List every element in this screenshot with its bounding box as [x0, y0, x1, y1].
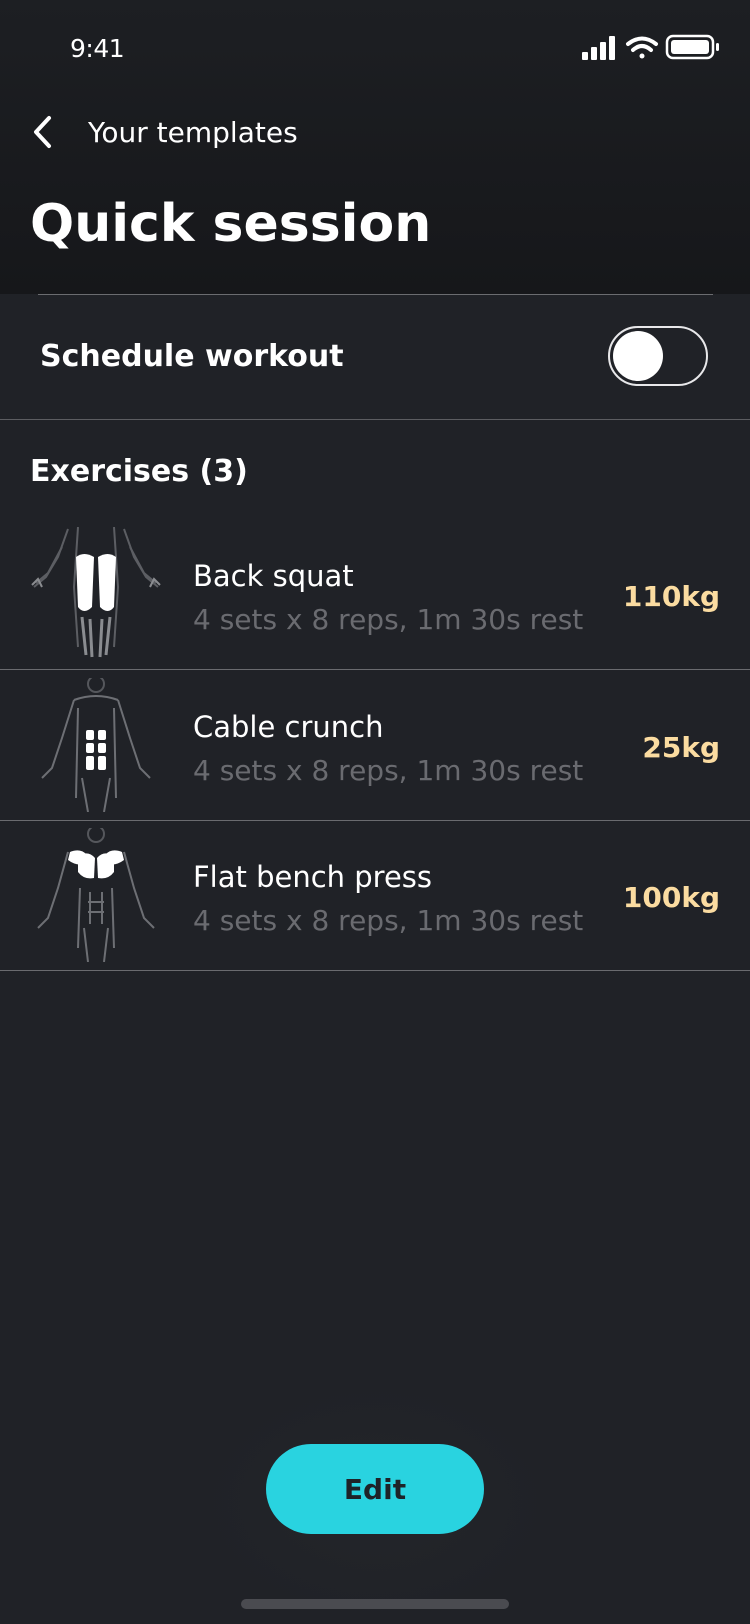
abs-muscle-icon: [41, 678, 151, 812]
home-indicator[interactable]: [241, 1599, 509, 1609]
exercise-row[interactable]: Cable crunch 4 sets x 8 reps, 1m 30s res…: [0, 670, 750, 821]
header: 9:41 Your templates Quick session: [0, 0, 750, 294]
exercise-row[interactable]: Back squat 4 sets x 8 reps, 1m 30s rest …: [0, 519, 750, 670]
edit-button[interactable]: Edit: [266, 1444, 484, 1534]
exercise-detail: 4 sets x 8 reps, 1m 30s rest: [193, 603, 584, 636]
exercise-detail: 4 sets x 8 reps, 1m 30s rest: [193, 904, 584, 937]
exercise-name: Flat bench press: [193, 860, 433, 894]
status-time: 9:41: [70, 34, 125, 63]
schedule-toggle[interactable]: [608, 326, 708, 386]
exercise-weight: 110kg: [622, 580, 720, 613]
exercise-weight: 100kg: [622, 881, 720, 914]
wifi-icon: [626, 36, 658, 59]
back-button[interactable]: [30, 110, 74, 154]
back-navigation[interactable]: Your templates: [30, 110, 298, 154]
exercise-row[interactable]: Flat bench press 4 sets x 8 reps, 1m 30s…: [0, 820, 750, 971]
exercise-name: Cable crunch: [193, 710, 384, 744]
back-label[interactable]: Your templates: [88, 116, 298, 149]
chevron-left-icon: [34, 116, 51, 148]
exercises-section-title: Exercises (3): [30, 454, 248, 489]
exercise-name: Back squat: [193, 559, 354, 593]
status-icons: [582, 32, 722, 64]
legs-muscle-icon: [31, 527, 161, 658]
battery-icon: [665, 34, 719, 60]
page-title: Quick session: [30, 194, 432, 254]
toggle-knob: [613, 331, 663, 381]
exercise-weight: 25kg: [642, 731, 720, 764]
exercise-detail: 4 sets x 8 reps, 1m 30s rest: [193, 754, 584, 787]
chest-muscle-icon: [37, 828, 155, 962]
schedule-row: Schedule workout: [0, 295, 750, 420]
schedule-label: Schedule workout: [40, 339, 344, 374]
signal-icon: [582, 36, 615, 60]
